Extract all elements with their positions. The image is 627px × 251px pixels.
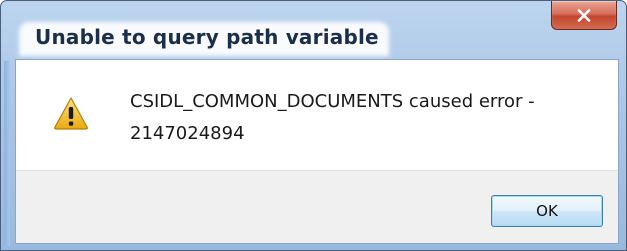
- button-bar: OK: [16, 170, 618, 243]
- close-button[interactable]: [551, 1, 617, 30]
- frame-edge: [4, 61, 10, 246]
- message-area: CSIDL_COMMON_DOCUMENTS caused error - 21…: [16, 60, 618, 170]
- message-line-2: 2147024894: [130, 123, 245, 144]
- error-message: CSIDL_COMMON_DOCUMENTS caused error - 21…: [130, 86, 590, 150]
- dialog-content: CSIDL_COMMON_DOCUMENTS caused error - 21…: [15, 59, 619, 244]
- dialog-title: Unable to query path variable: [35, 25, 379, 49]
- warning-icon: [53, 96, 89, 130]
- ok-button[interactable]: OK: [491, 195, 603, 227]
- close-icon: [577, 8, 591, 22]
- title-bar[interactable]: Unable to query path variable: [1, 1, 626, 59]
- message-line-1: CSIDL_COMMON_DOCUMENTS caused error -: [130, 91, 535, 112]
- dialog-window: Unable to query path variable CSIDL_COMM…: [0, 0, 627, 251]
